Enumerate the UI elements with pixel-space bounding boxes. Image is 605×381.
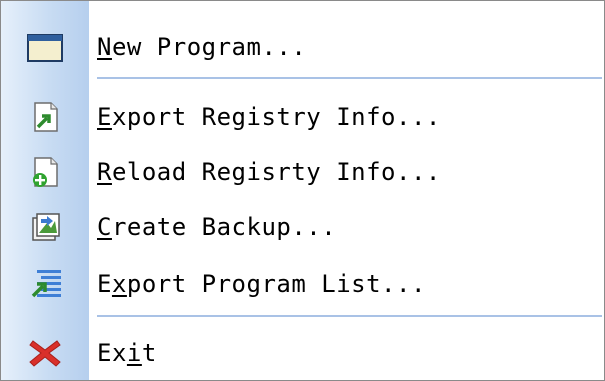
export-list-icon: [25, 266, 65, 302]
mnemonic-letter: x: [111, 270, 127, 298]
menu-item-label: Reload Regisrty Info...: [97, 158, 441, 186]
mnemonic-letter: i: [126, 339, 142, 367]
mnemonic-letter: E: [97, 103, 112, 131]
mnemonic-letter: N: [97, 33, 112, 61]
exit-icon: [25, 335, 65, 371]
menu-separator: [97, 77, 602, 79]
menu-item-export-registry[interactable]: Export Registry Info...: [1, 91, 604, 143]
menu-item-label: Exit: [97, 339, 157, 367]
menu-item-label: New Program...: [97, 33, 307, 61]
menu-item-label: Export Registry Info...: [97, 103, 441, 131]
menu-item-label: Export Program List...: [97, 270, 426, 298]
export-registry-icon: [25, 99, 65, 135]
menu-item-new-program[interactable]: New Program...: [1, 21, 604, 73]
backup-icon: [25, 209, 65, 245]
window-icon: [25, 29, 65, 65]
menu-item-reload-registry[interactable]: Reload Regisrty Info...: [1, 146, 604, 198]
reload-registry-icon: [25, 154, 65, 190]
menu-item-create-backup[interactable]: Create Backup...: [1, 201, 604, 253]
menu-separator: [97, 315, 602, 317]
menu-item-label: Create Backup...: [97, 213, 337, 241]
menu-item-exit[interactable]: Exit: [1, 327, 604, 379]
mnemonic-letter: C: [97, 213, 112, 241]
context-menu: New Program... Export Registry Info... R…: [0, 0, 605, 381]
mnemonic-letter: R: [97, 158, 112, 186]
menu-item-export-program-list[interactable]: Export Program List...: [1, 258, 604, 310]
